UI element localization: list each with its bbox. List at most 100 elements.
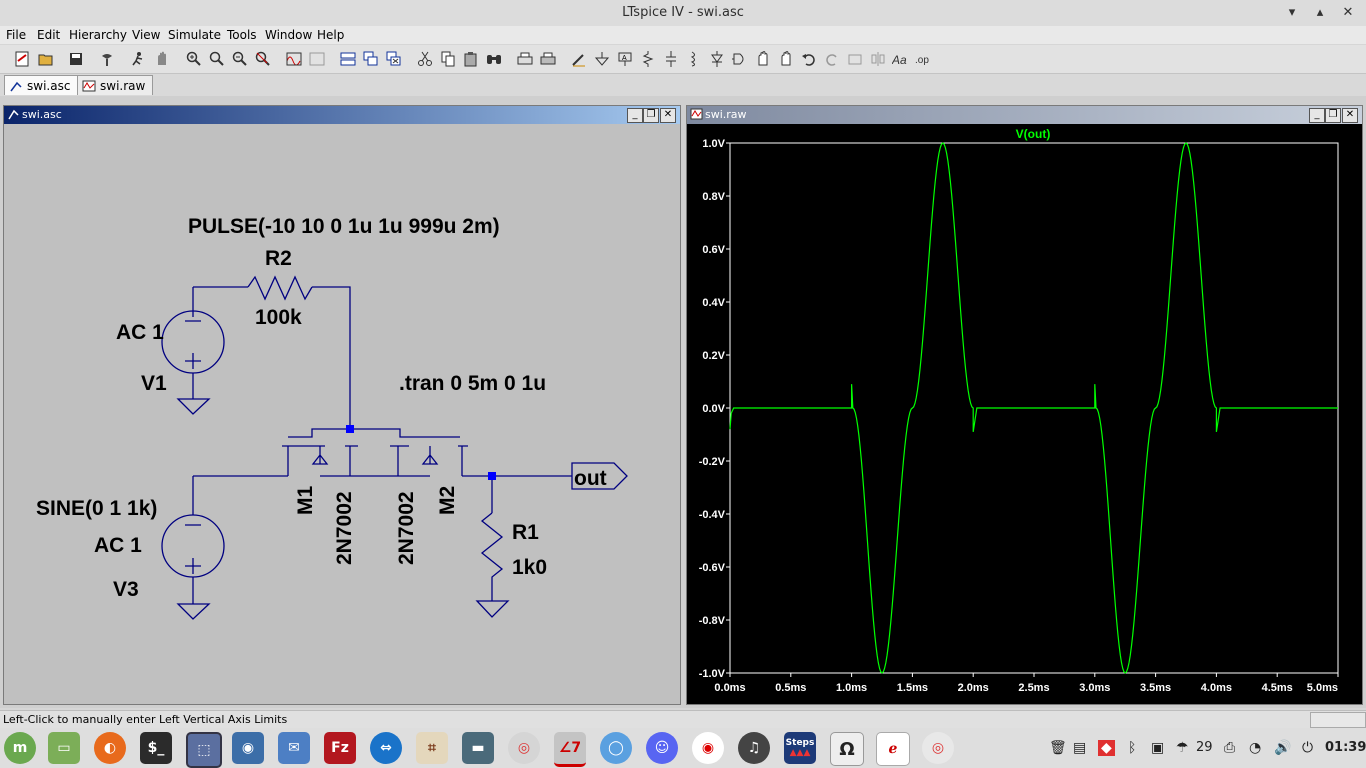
m2-name-label[interactable]: M2 [436, 486, 459, 515]
files-icon[interactable]: ▭ [48, 732, 80, 764]
wifi-icon[interactable]: ◔ [1249, 740, 1261, 756]
rotate-icon[interactable] [845, 49, 865, 69]
y-tick-label[interactable]: -0.8V [699, 615, 726, 627]
minimize-icon[interactable]: ▾ [1282, 3, 1302, 23]
close-icon[interactable]: ✕ [660, 108, 676, 123]
y-tick-label[interactable]: -0.2V [699, 456, 726, 468]
new-schematic-icon[interactable] [12, 49, 32, 69]
redo-icon[interactable] [822, 49, 842, 69]
x-tick-label[interactable]: 1.5ms [897, 682, 928, 694]
save-icon[interactable] [66, 49, 86, 69]
ltspice-icon[interactable]: ∠7 [554, 732, 586, 767]
close-icon[interactable]: ✕ [1338, 3, 1358, 23]
terminal-icon[interactable]: $_ [140, 732, 172, 764]
chrome-icon[interactable]: ◎ [922, 732, 954, 764]
sine-source-label[interactable]: SINE(0 1 1k) [36, 497, 157, 520]
r2-name-label[interactable]: R2 [265, 247, 292, 270]
y-tick-label[interactable]: -0.4V [699, 509, 726, 521]
zoom-pan-icon[interactable] [207, 49, 227, 69]
menu-edit[interactable]: Edit [37, 28, 60, 42]
y-tick-label[interactable]: 0.4V [702, 297, 725, 309]
zoom-out-icon[interactable] [230, 49, 250, 69]
zoom-fit-icon[interactable] [253, 49, 273, 69]
x-tick-label[interactable]: 0.5ms [775, 682, 806, 694]
ground-icon[interactable] [592, 49, 612, 69]
resistor-r1[interactable] [480, 512, 504, 601]
x-tick-label[interactable]: 3.0ms [1079, 682, 1110, 694]
v1-name-label[interactable]: V1 [141, 372, 167, 395]
x-tick-label[interactable]: 3.5ms [1140, 682, 1171, 694]
resistor-r2[interactable] [247, 275, 313, 301]
draw-wire-icon[interactable] [569, 49, 589, 69]
print-icon[interactable] [538, 49, 558, 69]
control-panel-icon[interactable] [97, 49, 117, 69]
x-tick-label[interactable]: 5.0ms [1307, 682, 1338, 694]
y-tick-label[interactable]: 1.0V [702, 138, 725, 150]
diode-icon[interactable] [707, 49, 727, 69]
pulse-source-label[interactable]: PULSE(-10 10 0 1u 1u 999u 2m) [188, 215, 500, 238]
volume-icon[interactable]: 🔊 [1274, 740, 1291, 756]
filezilla-icon[interactable]: Fz [324, 732, 356, 764]
weather-icon[interactable]: ☂ [1176, 740, 1189, 756]
audio-icon[interactable]: ♫ [738, 732, 770, 764]
charmap-icon[interactable]: Ω [830, 732, 864, 766]
waveform-plot[interactable]: V(out) 1.0V 0.8V 0.6V 0.4V 0.2V 0.0V -0.2V -0.4… [687, 124, 1362, 704]
y-tick-label[interactable]: -1.0V [699, 668, 726, 680]
label-net-icon[interactable]: A [615, 49, 635, 69]
trace-v-out[interactable] [729, 142, 1338, 674]
teamviewer-icon[interactable]: ⇔ [370, 732, 402, 764]
x-tick-label[interactable]: 1.0ms [836, 682, 867, 694]
x-tick-label[interactable]: 2.5ms [1018, 682, 1049, 694]
chromium-icon[interactable]: ◎ [508, 732, 540, 764]
print-preview-icon[interactable] [515, 49, 535, 69]
tran-directive[interactable]: .tran 0 5m 0 1u [399, 372, 546, 395]
mirror-icon[interactable] [868, 49, 888, 69]
screenshot-icon[interactable]: ⬚ [186, 732, 222, 768]
restore-icon[interactable]: ❐ [1325, 108, 1341, 123]
camera-icon[interactable]: ◉ [232, 732, 264, 764]
copy-icon[interactable] [438, 49, 458, 69]
minimize-icon[interactable]: _ [1309, 108, 1325, 123]
printer-icon[interactable]: ⎙ [1224, 740, 1235, 756]
display-icon[interactable]: ▬ [462, 732, 494, 764]
trash-icon[interactable]: 🗑 [1049, 740, 1067, 756]
halt-icon[interactable] [152, 49, 172, 69]
mail-icon[interactable]: ✉ [278, 732, 310, 764]
capacitor-icon[interactable] [661, 49, 681, 69]
menu-help[interactable]: Help [317, 28, 344, 42]
display-tray-icon[interactable]: ▤ [1073, 740, 1086, 756]
waveform-toggle-icon[interactable] [284, 49, 304, 69]
m1-name-label[interactable]: M1 [294, 486, 317, 515]
y-tick-label[interactable]: 0.6V [702, 244, 725, 256]
zoom-in-icon[interactable] [184, 49, 204, 69]
v3-name-label[interactable]: V3 [113, 578, 139, 601]
recorder-icon[interactable]: ◉ [692, 732, 724, 764]
clock[interactable]: 01:39 [1325, 740, 1366, 755]
autorange-icon[interactable] [307, 49, 327, 69]
restore-icon[interactable]: ❐ [643, 108, 659, 123]
component-icon[interactable] [730, 49, 750, 69]
x-tick-label[interactable]: 4.0ms [1201, 682, 1232, 694]
open-icon[interactable] [36, 49, 56, 69]
start-menu-icon[interactable]: m [4, 732, 36, 764]
find-icon[interactable] [484, 49, 504, 69]
v3-ac-label[interactable]: AC 1 [94, 534, 142, 557]
r1-name-label[interactable]: R1 [512, 521, 539, 544]
paste-icon[interactable] [461, 49, 481, 69]
x-tick-label[interactable]: 2.0ms [958, 682, 989, 694]
spice-directive-icon[interactable]: .op [914, 49, 934, 69]
tab-swi-raw[interactable]: swi.raw [77, 75, 153, 95]
x-tick-label[interactable]: 4.5ms [1262, 682, 1293, 694]
resistor-icon[interactable] [638, 49, 658, 69]
menu-tools[interactable]: Tools [227, 28, 257, 42]
close-all-icon[interactable] [384, 49, 404, 69]
undo-icon[interactable] [799, 49, 819, 69]
minimize-icon[interactable]: _ [627, 108, 643, 123]
schematic-canvas[interactable]: PULSE(-10 10 0 1u 1u 999u 2m) R2 100k AC… [4, 124, 680, 704]
cascade-icon[interactable] [361, 49, 381, 69]
steps-icon[interactable]: Steps ▲▲▲ [784, 732, 816, 764]
menu-view[interactable]: View [132, 28, 160, 42]
y-tick-label[interactable]: 0.0V [702, 403, 725, 415]
trace-label[interactable]: V(out) [1016, 127, 1051, 141]
notes-icon[interactable]: ℯ [876, 732, 910, 766]
